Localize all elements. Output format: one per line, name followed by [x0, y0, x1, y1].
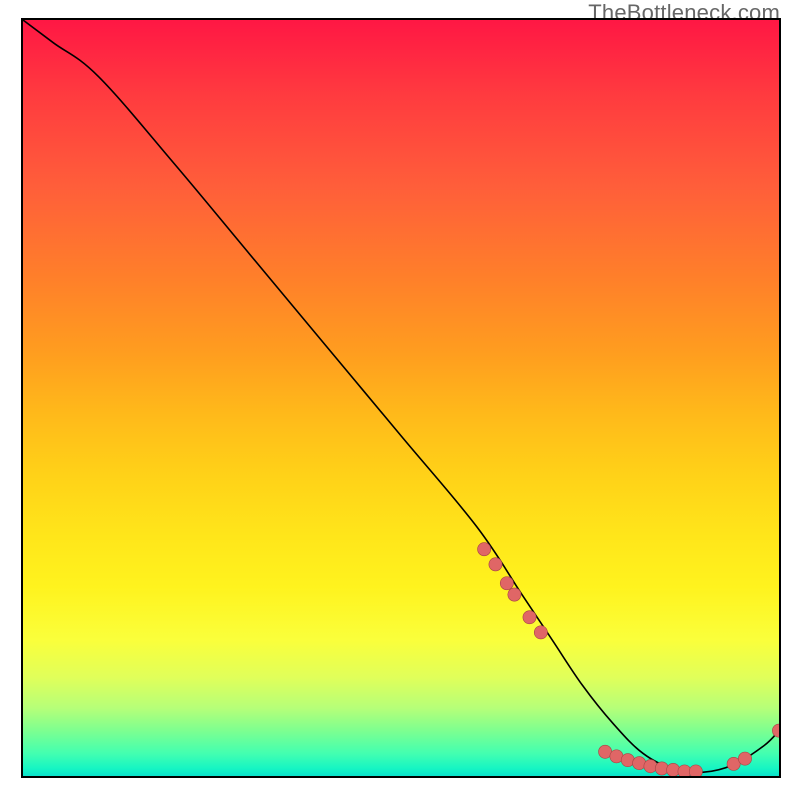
plot-area	[21, 18, 781, 778]
gradient-background	[23, 20, 779, 776]
chart-stage: TheBottleneck.com	[0, 0, 800, 800]
